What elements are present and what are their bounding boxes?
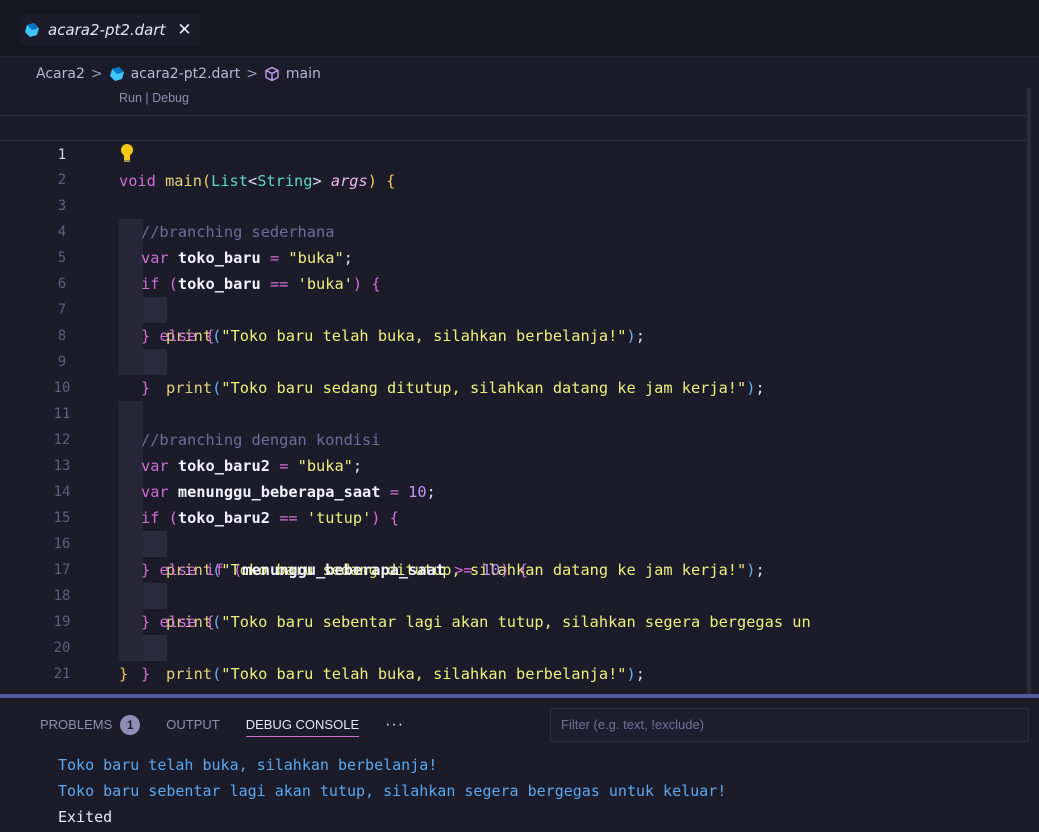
tab-title: acara2-pt2.dart (48, 21, 166, 39)
string-literal: "Toko baru telah buka, silahkan berbelan… (221, 665, 627, 683)
code-line: 8 } (0, 297, 1030, 397)
filter-input[interactable]: Filter (e.g. text, !exclude) (550, 708, 1029, 742)
tab-problems-label: PROBLEMS (40, 717, 113, 732)
breadcrumb-folder[interactable]: Acara2 (36, 66, 85, 82)
more-actions-icon[interactable]: ··· (385, 716, 404, 734)
codelens-run-debug[interactable]: Run | Debug (119, 91, 189, 105)
tab-debug-console[interactable]: DEBUG CONSOLE (245, 717, 360, 737)
code-line: 17 } else { (0, 531, 1030, 631)
tab-output-label: OUTPUT (166, 717, 220, 732)
lightbulb-icon[interactable] (120, 143, 134, 163)
code-line: 21 (0, 635, 1030, 682)
code-text: } (141, 665, 151, 683)
dart-icon (25, 23, 39, 37)
code-line: 3 var toko_baru = "buka"; (0, 167, 1030, 267)
panel-tabs: PROBLEMS 1 OUTPUT DEBUG CONSOLE ··· (40, 712, 404, 737)
problems-count-badge: 1 (120, 714, 141, 735)
console-line: Exited (58, 808, 113, 826)
console-line: Toko baru telah buka, silahkan berbelanj… (58, 756, 438, 774)
code-line: 5 print("Toko baru telah buka, silahkan … (0, 219, 1030, 345)
tab-output[interactable]: OUTPUT (166, 717, 219, 732)
tab-debug-console-label: DEBUG CONSOLE (245, 717, 360, 732)
cube-icon (265, 66, 279, 82)
code-line: 4 if (toko_baru == 'buka') { (0, 193, 1030, 293)
code-line: 14 print("Toko baru sedang ditutup, sila… (0, 453, 1030, 579)
line-number: 21 (53, 666, 71, 682)
code-line: 10 //branching dengan kondisi (0, 349, 1030, 449)
code-line: 1 void main(List<String> args) { (0, 115, 1030, 190)
code-line: 18 print("Toko baru telah buka, silahkan… (0, 557, 1030, 683)
code-line: 19 } (0, 583, 1030, 683)
close-icon[interactable]: ✕ (177, 21, 191, 39)
code-line: 13 if (toko_baru2 == 'tutup') { (0, 427, 1030, 527)
chevron-right-icon: > (246, 66, 258, 82)
console-line: Toko baru sebentar lagi akan tutup, sila… (58, 782, 727, 800)
breadcrumb-file[interactable]: acara2-pt2.dart (131, 66, 241, 82)
code-line: 2 //branching sederhana (0, 141, 1030, 241)
code-line: 16 print("Toko baru sebentar lagi akan t… (0, 505, 1030, 631)
code-line: 6 } else { (0, 245, 1030, 345)
bottom-panel: PROBLEMS 1 OUTPUT DEBUG CONSOLE ··· Filt… (0, 698, 1039, 832)
breadcrumb: Acara2 > acara2-pt2.dart > main (36, 62, 321, 86)
code-line: 20 } (0, 609, 1030, 683)
breadcrumb-symbol[interactable]: main (286, 66, 321, 82)
code-text: print("Toko baru telah buka, silahkan be… (166, 665, 645, 683)
code-line: 12 var menunggu_beberapa_saat = 10; (0, 401, 1030, 501)
tab-problems[interactable]: PROBLEMS 1 (40, 714, 141, 735)
code-line: 15 } else if (menunggu_beberapa_saat >= … (0, 479, 1030, 579)
code-text: } (119, 665, 129, 683)
code-editor[interactable]: Run | Debug 1 void main(List<String> arg… (0, 88, 1039, 694)
chevron-right-icon: > (90, 66, 103, 82)
code-line: 7 print("Toko baru sedang ditutup, silah… (0, 271, 1030, 397)
editor-tab[interactable]: acara2-pt2.dart ✕ (20, 15, 200, 45)
code-line: 11 var toko_baru2 = "buka"; (0, 375, 1030, 475)
function-name: print (166, 665, 213, 683)
code-line: 9 (0, 323, 1030, 370)
debug-console-output: Toko baru telah buka, silahkan berbelanj… (58, 752, 726, 830)
dart-icon (109, 67, 124, 81)
tab-bar: acara2-pt2.dart ✕ (0, 0, 1039, 57)
